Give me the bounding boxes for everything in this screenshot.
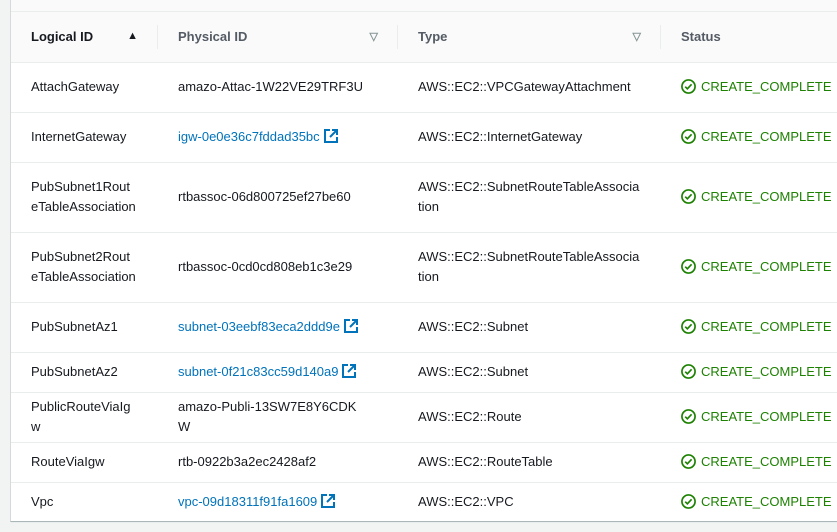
resource-type: AWS::EC2::VPCGatewayAttachment bbox=[418, 79, 631, 94]
status-badge: CREATE_COMPLETE bbox=[681, 259, 832, 274]
physical-id-link[interactable]: subnet-0f21c83cc59d140a9 bbox=[178, 364, 357, 379]
logical-id: PubSubnet2RouteTableAssociation bbox=[31, 249, 136, 284]
physical-id: amazo-Publi-13SW7E8Y6CDKW bbox=[178, 399, 357, 434]
status-badge: CREATE_COMPLETE bbox=[681, 79, 832, 94]
resource-type: AWS::EC2::VPC bbox=[418, 494, 514, 509]
sort-descending-icon: ▽ bbox=[369, 31, 378, 43]
status-badge: CREATE_COMPLETE bbox=[681, 189, 832, 204]
table-row: PubSubnet1RouteTableAssociation rtbassoc… bbox=[11, 162, 837, 233]
logical-id: PubSubnetAz2 bbox=[31, 364, 118, 379]
resource-type: AWS::EC2::SubnetRouteTableAssociation bbox=[418, 179, 640, 214]
success-check-icon bbox=[681, 129, 696, 144]
physical-id: rtbassoc-06d800725ef27be60 bbox=[178, 189, 351, 204]
resources-table-panel: Logical ID ▲ Physical ID ▽ Type ▽ Status At… bbox=[10, 0, 837, 523]
physical-id-link[interactable]: igw-0e0e36c7fddad35bc bbox=[178, 129, 338, 144]
table-top-strip bbox=[11, 0, 837, 12]
logical-id: InternetGateway bbox=[31, 129, 127, 144]
resource-type: AWS::EC2::InternetGateway bbox=[418, 129, 583, 144]
table-row: Vpc vpc-09d18311f91fa1609 AWS::EC2::VPC … bbox=[11, 482, 837, 523]
resource-type: AWS::EC2::Subnet bbox=[418, 364, 529, 379]
resource-type: AWS::EC2::SubnetRouteTableAssociation bbox=[418, 249, 640, 284]
table-row: PubSubnetAz2 subnet-0f21c83cc59d140a9 AW… bbox=[11, 352, 837, 393]
column-header-physical-id[interactable]: Physical ID ▽ bbox=[158, 12, 398, 63]
table-row: PubSubnetAz1 subnet-03eebf83eca2ddd9e AW… bbox=[11, 302, 837, 353]
external-link-icon bbox=[342, 364, 357, 378]
status-badge: CREATE_COMPLETE bbox=[681, 494, 832, 509]
status-badge: CREATE_COMPLETE bbox=[681, 319, 832, 334]
external-link-icon bbox=[323, 129, 338, 143]
success-check-icon bbox=[681, 79, 696, 94]
physical-id: rtbassoc-0cd0cd808eb1c3e29 bbox=[178, 259, 353, 274]
resources-table: Logical ID ▲ Physical ID ▽ Type ▽ Status At… bbox=[11, 12, 837, 523]
success-check-icon bbox=[681, 189, 696, 204]
status-badge: CREATE_COMPLETE bbox=[681, 409, 832, 424]
table-row: PublicRouteViaIgw amazo-Publi-13SW7E8Y6C… bbox=[11, 392, 837, 443]
table-row: PubSubnet2RouteTableAssociation rtbassoc… bbox=[11, 232, 837, 303]
external-link-icon bbox=[321, 494, 336, 508]
column-header-type[interactable]: Type ▽ bbox=[398, 12, 661, 63]
logical-id: Vpc bbox=[31, 494, 54, 509]
logical-id: RouteViaIgw bbox=[31, 454, 105, 469]
table-row: AttachGateway amazo-Attac-1W22VE29TRF3U … bbox=[11, 62, 837, 113]
success-check-icon bbox=[681, 319, 696, 334]
status-badge: CREATE_COMPLETE bbox=[681, 454, 832, 469]
table-row: RouteViaIgw rtb-0922b3a2ec2428af2 AWS::E… bbox=[11, 442, 837, 483]
logical-id: PubSubnetAz1 bbox=[31, 319, 118, 334]
resource-type: AWS::EC2::Subnet bbox=[418, 319, 529, 334]
status-badge: CREATE_COMPLETE bbox=[681, 129, 832, 144]
physical-id: amazo-Attac-1W22VE29TRF3U bbox=[178, 79, 363, 94]
column-header-logical-id[interactable]: Logical ID ▲ bbox=[11, 12, 158, 63]
resource-type: AWS::EC2::RouteTable bbox=[418, 454, 553, 469]
resource-type: AWS::EC2::Route bbox=[418, 409, 522, 424]
status-badge: CREATE_COMPLETE bbox=[681, 364, 832, 379]
sort-descending-icon: ▽ bbox=[632, 31, 641, 43]
logical-id: AttachGateway bbox=[31, 79, 120, 94]
logical-id: PublicRouteViaIgw bbox=[31, 399, 131, 434]
success-check-icon bbox=[681, 259, 696, 274]
physical-id: rtb-0922b3a2ec2428af2 bbox=[178, 454, 317, 469]
column-header-status[interactable]: Status bbox=[661, 12, 837, 63]
success-check-icon bbox=[681, 494, 696, 509]
success-check-icon bbox=[681, 454, 696, 469]
external-link-icon bbox=[343, 319, 358, 333]
sort-ascending-icon: ▲ bbox=[127, 30, 138, 42]
table-row: InternetGateway igw-0e0e36c7fddad35bc AW… bbox=[11, 112, 837, 163]
success-check-icon bbox=[681, 364, 696, 379]
success-check-icon bbox=[681, 409, 696, 424]
logical-id: PubSubnet1RouteTableAssociation bbox=[31, 179, 136, 214]
physical-id-link[interactable]: subnet-03eebf83eca2ddd9e bbox=[178, 319, 358, 334]
physical-id-link[interactable]: vpc-09d18311f91fa1609 bbox=[178, 494, 336, 509]
